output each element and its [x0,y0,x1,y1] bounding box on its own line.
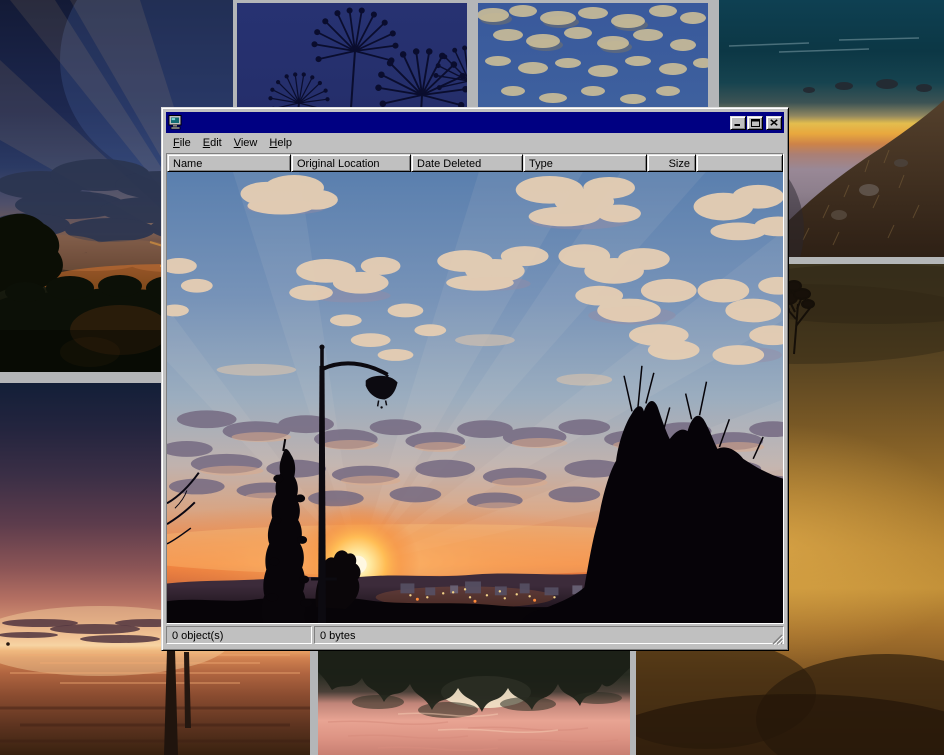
column-header-date-deleted[interactable]: Date Deleted [411,154,523,172]
menu-bar: File Edit View Help [166,133,784,153]
maximize-icon [751,119,760,127]
file-list-area[interactable] [167,172,783,623]
close-icon [770,119,778,126]
photo-thumbnail-water-reflection[interactable] [318,640,630,755]
desktop: { "window": { "title": "", "menu_items":… [0,0,944,755]
column-header-filler [696,154,783,172]
menu-help[interactable]: Help [263,134,298,152]
menu-edit[interactable]: Edit [197,134,228,152]
status-bar: 0 object(s) 0 bytes [166,624,784,646]
menu-file[interactable]: File [167,134,197,152]
minimize-button[interactable] [730,116,746,130]
column-header-type[interactable]: Type [523,154,647,172]
column-header-original-location[interactable]: Original Location [291,154,411,172]
status-byte-count: 0 bytes [314,626,784,644]
resize-grip-icon[interactable] [770,632,783,645]
maximize-button[interactable] [747,116,763,130]
column-header-row: Name Original Location Date Deleted Type… [167,154,783,172]
list-view: Name Original Location Date Deleted Type… [166,153,784,624]
status-object-count: 0 object(s) [166,626,312,644]
menu-view[interactable]: View [228,134,264,152]
close-button[interactable] [766,116,782,130]
window-icon [168,115,184,130]
column-header-size[interactable]: Size [647,154,696,172]
column-header-name[interactable]: Name [167,154,291,172]
sunset-lamppost-photo [167,172,783,623]
minimize-icon [734,119,742,126]
window-titlebar[interactable] [166,112,784,133]
recycle-bin-window: File Edit View Help Name Original Locati… [161,107,789,651]
